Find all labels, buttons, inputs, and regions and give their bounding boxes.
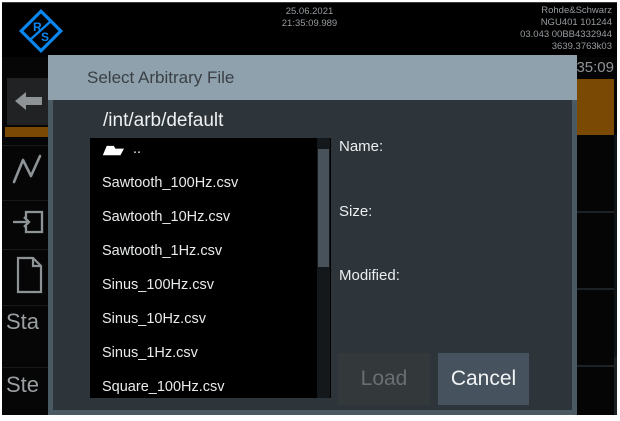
list-item[interactable]: Square_100Hz.csv: [90, 370, 331, 398]
dialog-title: Select Arbitrary File: [48, 55, 577, 100]
list-item-label: Square_100Hz.csv: [102, 379, 225, 395]
cancel-button[interactable]: Cancel: [438, 353, 529, 405]
file-menu-button[interactable]: [11, 253, 45, 302]
file-list[interactable]: .. Sawtooth_100Hz.csv Sawtooth_10Hz.csv …: [90, 138, 331, 398]
select-arbitrary-file-dialog: Select Arbitrary File /int/arb/default .…: [48, 55, 577, 415]
size-label: Size:: [339, 203, 373, 220]
import-menu-button[interactable]: [11, 205, 45, 244]
list-item[interactable]: Sawtooth_10Hz.csv: [90, 200, 331, 234]
list-item[interactable]: Sawtooth_100Hz.csv: [90, 166, 331, 200]
import-icon: [13, 210, 44, 234]
list-item-label: Sinus_1Hz.csv: [102, 345, 198, 361]
sidebar-label-step[interactable]: Ste: [6, 372, 39, 398]
folder-icon: [102, 145, 124, 156]
dialog-body: /int/arb/default .. Sawtooth_100Hz.csv S…: [48, 100, 577, 415]
list-item[interactable]: Sinus_10Hz.csv: [90, 302, 331, 336]
waveform-icon: [12, 154, 42, 184]
list-item-label: ..: [133, 141, 142, 157]
clock-fragment-text: 35:09: [576, 59, 614, 76]
document-icon: [16, 256, 43, 294]
active-tab-accent-bar: [5, 127, 48, 137]
list-item-label: Sawtooth_100Hz.csv: [102, 175, 239, 191]
list-item-label: Sinus_100Hz.csv: [102, 277, 215, 293]
file-list-scrollbar[interactable]: [317, 138, 330, 398]
device-brand: Rohde&Schwarz: [541, 5, 612, 16]
device-info-block: Rohde&Schwarz NGU401 101244 03.043 00BB4…: [520, 5, 612, 53]
scrollbar-thumb[interactable]: [318, 149, 329, 267]
back-arrow-icon: [15, 92, 42, 110]
right-edge-strip-lower: [614, 357, 617, 415]
orange-status-block: [577, 79, 614, 135]
list-item[interactable]: Sawtooth_1Hz.csv: [90, 234, 331, 268]
device-material: 3639.3763k03: [551, 41, 612, 52]
list-item[interactable]: Sinus_1Hz.csv: [90, 336, 331, 370]
right-background-column: 35:09: [576, 57, 617, 415]
list-item[interactable]: Sinus_100Hz.csv: [90, 268, 331, 302]
current-path: /int/arb/default: [103, 110, 224, 131]
modified-label: Modified:: [339, 267, 400, 284]
svg-text:S: S: [41, 30, 49, 44]
load-button[interactable]: Load: [338, 353, 430, 405]
back-button[interactable]: [7, 78, 48, 125]
list-item-parent-folder[interactable]: ..: [90, 138, 331, 166]
top-status-bar: R S 25.06.2021 21:35:09.989 Rohde&Schwar…: [2, 3, 617, 57]
list-item-label: Sinus_10Hz.csv: [102, 311, 206, 327]
device-model: NGU401 101244: [540, 17, 612, 28]
name-label: Name:: [339, 138, 384, 155]
waveform-menu-button[interactable]: [11, 149, 43, 192]
device-firmware: 03.043 00BB4332944: [520, 29, 612, 40]
instrument-screen: R S 25.06.2021 21:35:09.989 Rohde&Schwar…: [2, 2, 617, 415]
sidebar-label-start[interactable]: Sta: [6, 309, 39, 335]
screenshot-canvas: R S 25.06.2021 21:35:09.989 Rohde&Schwar…: [0, 0, 620, 421]
left-sidebar: Sta Ste: [2, 57, 48, 415]
list-item-label: Sawtooth_10Hz.csv: [102, 209, 231, 225]
list-item-label: Sawtooth_1Hz.csv: [102, 243, 223, 259]
